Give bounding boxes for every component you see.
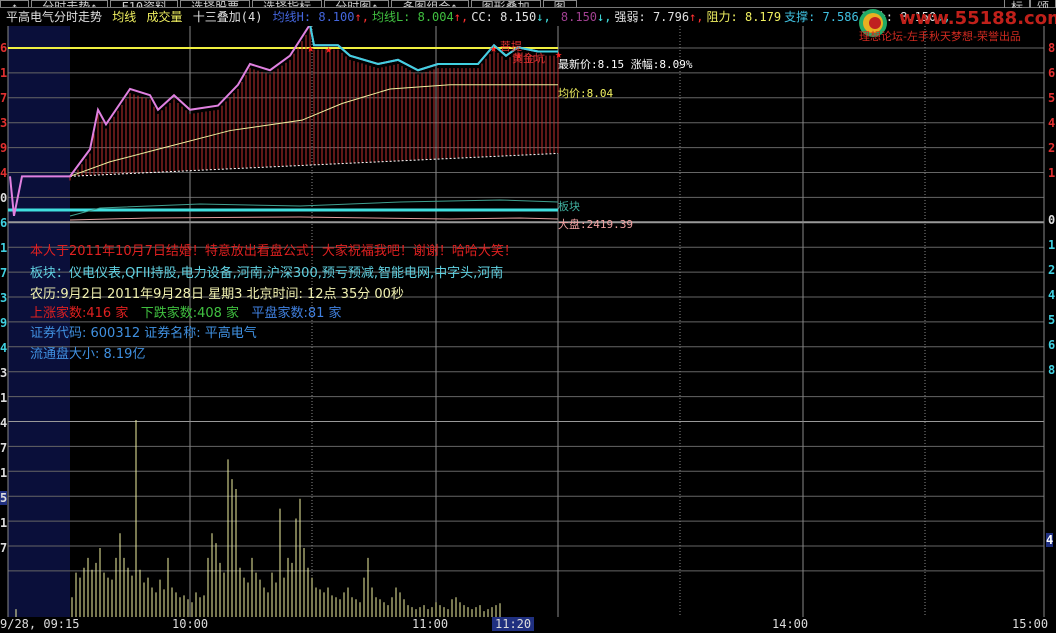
info-message: 本人于2011年10月7日结婚！特意放出看盘公式！大家祝福我吧！谢谢！哈哈大笑！ (30, 244, 517, 259)
right-axis-label: 8 (1048, 363, 1056, 377)
right-axis-label: 6 (1048, 338, 1056, 352)
left-axis-label: 7 (0, 441, 8, 455)
left-axis-label: 1 (0, 391, 8, 405)
indicator-value: 8.150 (553, 10, 598, 24)
info-security: 证券代码: 600312 证券名称: 平高电气 (30, 326, 257, 341)
right-axis-label: 5 (1048, 313, 1056, 327)
indicator-value: 支撑: 7.586 (784, 10, 859, 24)
right-axis-label: 6 (1048, 66, 1056, 80)
latest-price-label: 最新价:8.15 涨幅:8.09% (558, 58, 693, 71)
right-axis-zero: 0 (1048, 213, 1056, 227)
info-float: 流通盘大小: 8.19亿 (30, 347, 146, 362)
time-axis-label: 14:00 (772, 617, 809, 631)
right-axis-label: 4 (1048, 288, 1056, 302)
time-axis-label: 15:00 (1012, 617, 1049, 631)
indicator-value: 均线H: 8.100 (272, 10, 355, 24)
time-axis-label: 10:00 (172, 617, 209, 631)
arrow-down-icon: ↓, (597, 10, 612, 24)
toolbar-tab[interactable]: F10资料 (110, 0, 179, 7)
toolbar-tab[interactable]: 分时走势↑ (31, 0, 109, 7)
left-axis-label: 5 (0, 491, 8, 505)
left-axis-label: 1 (0, 241, 8, 255)
right-axis-label: 4 (1048, 116, 1056, 130)
arrow-down-icon: ↓, (536, 10, 551, 24)
arrow-up-icon: ↑, (689, 10, 704, 24)
info-date: 农历:9月2日 2011年9月28日 星期3 北京时间: 12点 35分 00秒 (30, 287, 404, 302)
indicator-value: CC: 8.150 (471, 10, 537, 24)
toolbar-tab[interactable]: 图 (542, 0, 577, 7)
advancers: 上涨家数:416 家 (30, 306, 129, 321)
index-label: 大盘:2419.39 (558, 218, 633, 231)
toolbar-tab[interactable]: 选择指标 (252, 0, 323, 7)
right-axis-label: 2 (1048, 263, 1056, 277)
left-axis-label: 0 (0, 191, 8, 205)
right-axis-label: 8 (1048, 41, 1056, 55)
overlay-toggle[interactable]: 十三叠加(4) (193, 10, 263, 24)
info-sectors: 板块：仪电仪表,QFII持股,电力设备,河南,沪深300,预亏预减,智能电网,中… (30, 266, 504, 281)
left-axis-label: 7 (0, 266, 8, 280)
toolbar-right-tab[interactable]: 标 (1003, 0, 1030, 8)
decliners: 下跌家数:408 家 (140, 306, 240, 321)
price-line (9, 26, 558, 217)
toolbar-right-tab[interactable]: 颂 (1029, 0, 1056, 8)
sector-label: 板块 (558, 200, 580, 213)
star-icon: ★ (307, 41, 314, 55)
toolbar-tab[interactable]: 图形叠加 (470, 0, 541, 7)
indicator-value: 强弱: 7.796 (614, 10, 690, 24)
left-axis-label: 7 (0, 91, 8, 105)
left-axis-label: 3 (0, 291, 8, 305)
marker-label-2: 黄金坑 (512, 52, 545, 65)
left-axis-label: 1 (0, 466, 8, 480)
indicator-value: 阻力: 8.179 (706, 10, 782, 24)
left-axis-label: 3 (0, 366, 8, 380)
star-icon: ★ (325, 42, 332, 56)
ma-toggle[interactable]: 均线 (112, 10, 136, 24)
title-bar: 平高电气分时走势 均线 成交量 十三叠加(4) 均线H: 8.100↑, 均线L:… (6, 8, 957, 26)
time-axis-label: 11:00 (412, 617, 449, 631)
info-breadth: 上涨家数:416 家 下跌家数:408 家 平盘家数:81 家 (30, 302, 342, 321)
left-axis-label: 4 (0, 416, 8, 430)
arrow-up-icon: ↑, (354, 10, 369, 24)
right-axis-label: 1 (1048, 166, 1056, 180)
unchanged: 平盘家数:81 家 (251, 306, 342, 321)
volume-toggle[interactable]: 成交量 (147, 10, 183, 24)
left-axis-label: 6 (0, 216, 8, 230)
right-axis-label: 1 (1048, 238, 1056, 252)
toolbar-tab[interactable]: 多图组合↑ (391, 0, 469, 7)
toolbar-tab[interactable]: ↑ (0, 0, 30, 7)
left-axis-label: 4 (0, 166, 8, 180)
sector-line (69, 199, 559, 217)
time-axis-label: 11:20 (492, 617, 535, 631)
left-axis-label: 7 (0, 541, 8, 555)
left-axis-label: 1 (0, 66, 8, 80)
left-axis-label: 9 (0, 141, 8, 155)
left-axis-label: 1 (0, 516, 8, 530)
volume-axis-label: 4 (1046, 533, 1054, 547)
index-line (69, 216, 559, 221)
star-icon: ★ (490, 41, 497, 55)
toolbar-tab[interactable]: 分时图↑ (324, 0, 390, 7)
right-axis-label: 5 (1048, 91, 1056, 105)
right-axis-label: 2 (1048, 141, 1056, 155)
left-axis-label: 9 (0, 316, 8, 330)
chart-title: 平高电气分时走势 (6, 10, 103, 24)
left-axis-label: 4 (0, 341, 8, 355)
arrow-up-icon: ↑, (453, 10, 469, 24)
left-axis-label: 6 (0, 41, 8, 55)
toolbar-tab[interactable]: 选择股票 (180, 0, 251, 7)
avg-price-label: 均价:8.04 (558, 87, 614, 100)
indicator-value: 均线L: 8.004 (371, 10, 454, 24)
time-axis-label: 9/28, 09:15 (0, 617, 80, 631)
left-axis-label: 3 (0, 116, 8, 130)
